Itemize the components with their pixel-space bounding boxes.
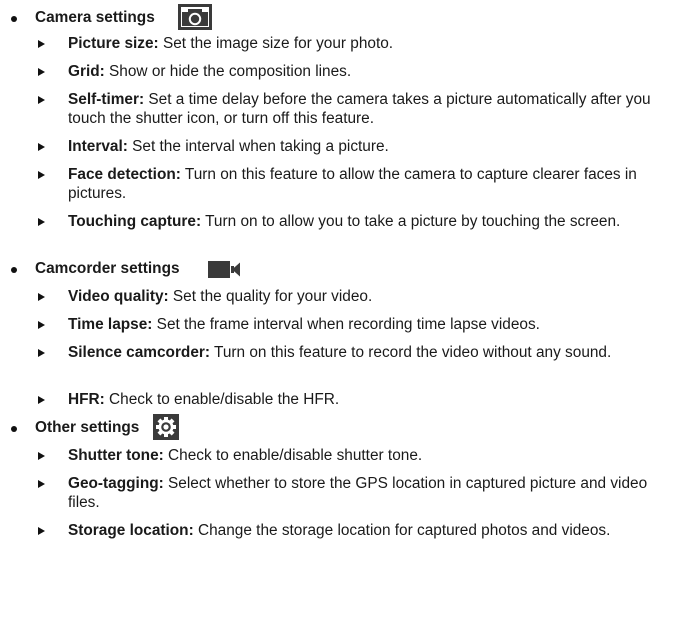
arrow-bullet-icon — [38, 143, 45, 151]
section-heading: Camcorder settings — [0, 255, 687, 281]
item-description: Set the image size for your photo. — [158, 35, 394, 52]
video-camera-icon — [208, 261, 242, 283]
item-term: Picture size: — [68, 35, 159, 52]
list-item: Face detection: Turn on this feature to … — [0, 165, 687, 203]
item-term: Face detection: — [68, 166, 181, 183]
section-title: Camera settings — [35, 9, 155, 26]
list-item: Video quality: Set the quality for your … — [0, 287, 687, 306]
list-item: Shutter tone: Check to enable/disable sh… — [0, 446, 687, 465]
camera-icon — [178, 4, 212, 35]
arrow-bullet-icon — [38, 396, 45, 404]
list-item: Touching capture: Turn on to allow you t… — [0, 212, 687, 231]
item-description: Set the interval when taking a picture. — [127, 138, 389, 155]
arrow-bullet-icon — [38, 171, 45, 179]
list-item: HFR: Check to enable/disable the HFR. — [0, 390, 687, 409]
item-description: Set a time delay before the camera takes… — [68, 91, 651, 127]
bullet-dot — [11, 426, 17, 432]
item-term: Self-timer: — [68, 91, 145, 108]
item-term: Shutter tone: — [68, 447, 164, 464]
section-title: Camcorder settings — [35, 260, 180, 277]
list-item: Grid: Show or hide the composition lines… — [0, 62, 687, 81]
list-item: Geo-tagging: Select whether to store the… — [0, 474, 687, 512]
item-description: Check to enable/disable shutter tone. — [163, 447, 423, 464]
gear-icon-graphic — [153, 414, 179, 440]
item-description: Turn on to allow you to take a picture b… — [201, 213, 621, 230]
section-heading: Other settings — [0, 414, 687, 440]
arrow-bullet-icon — [38, 293, 45, 301]
item-description: Turn on this feature to record the video… — [210, 344, 612, 361]
item-term: Silence camcorder: — [68, 344, 211, 361]
item-description: Show or hide the composition lines. — [104, 63, 352, 80]
item-term: Video quality: — [68, 288, 169, 305]
camera-icon-graphic — [178, 4, 212, 30]
item-term: Geo-tagging: — [68, 475, 164, 492]
item-term: HFR: — [68, 391, 105, 408]
document-page: Camera settings Picture size: Set the im… — [0, 0, 687, 627]
item-description: Set the frame interval when recording ti… — [152, 316, 540, 333]
arrow-bullet-icon — [38, 40, 45, 48]
arrow-bullet-icon — [38, 96, 45, 104]
item-term: Storage location: — [68, 522, 194, 539]
item-term: Interval: — [68, 138, 128, 155]
item-term: Grid: — [68, 63, 105, 80]
list-item: Picture size: Set the image size for you… — [0, 34, 687, 53]
section-title: Other settings — [35, 419, 140, 436]
arrow-bullet-icon — [38, 349, 45, 357]
arrow-bullet-icon — [38, 218, 45, 226]
item-description: Change the storage location for captured… — [193, 522, 611, 539]
list-item: Silence camcorder: Turn on this feature … — [0, 343, 687, 362]
arrow-bullet-icon — [38, 452, 45, 460]
bullet-dot — [11, 16, 17, 22]
item-description: Set the quality for your video. — [168, 288, 373, 305]
item-term: Touching capture: — [68, 213, 202, 230]
item-term: Time lapse: — [68, 316, 153, 333]
video-camera-icon-graphic — [208, 261, 240, 278]
arrow-bullet-icon — [38, 480, 45, 488]
list-item: Time lapse: Set the frame interval when … — [0, 315, 687, 334]
arrow-bullet-icon — [38, 527, 45, 535]
list-item: Self-timer: Set a time delay before the … — [0, 90, 687, 128]
list-item: Interval: Set the interval when taking a… — [0, 137, 687, 156]
bullet-dot — [11, 267, 17, 273]
item-description: Check to enable/disable the HFR. — [104, 391, 340, 408]
arrow-bullet-icon — [38, 68, 45, 76]
list-item: Storage location: Change the storage loc… — [0, 521, 687, 540]
gear-icon — [153, 414, 179, 445]
section-heading: Camera settings — [0, 4, 687, 30]
arrow-bullet-icon — [38, 321, 45, 329]
